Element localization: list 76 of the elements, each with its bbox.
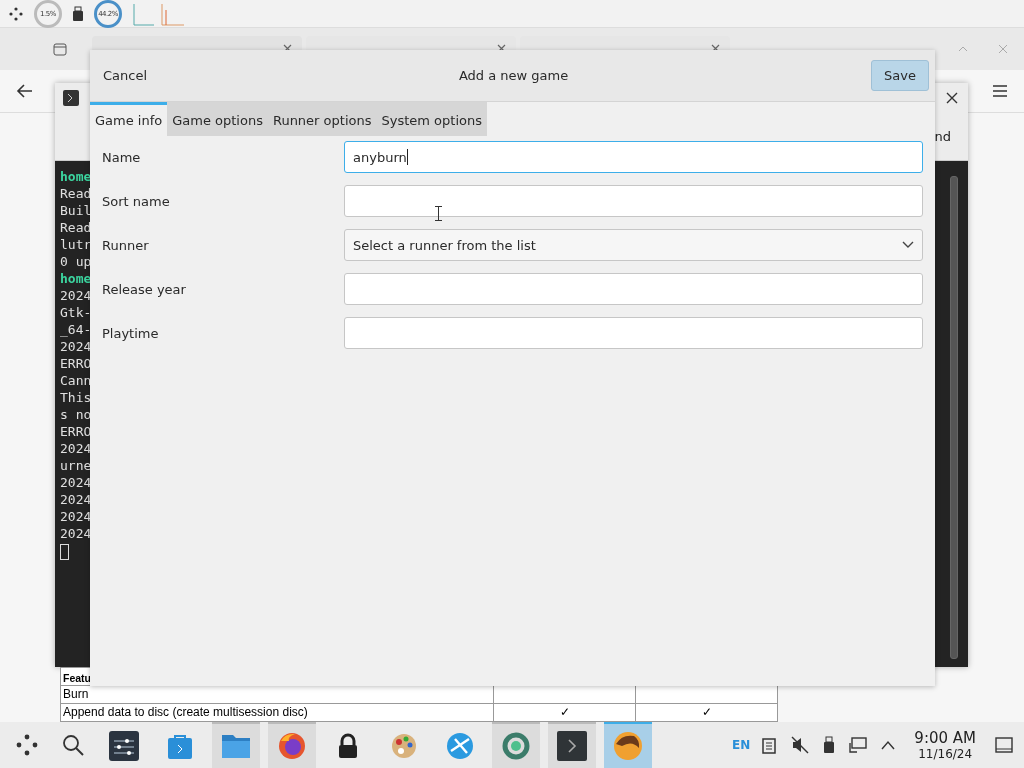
- terminal-line: 2024: [60, 287, 92, 304]
- ring-icon: [501, 731, 531, 761]
- terminal-line: Buil: [60, 202, 92, 219]
- terminal-line: Read: [60, 219, 92, 236]
- check-mark: ✓: [701, 705, 712, 719]
- usb-icon[interactable]: [72, 5, 84, 22]
- input-field[interactable]: [344, 317, 923, 349]
- chevron-icon: [902, 241, 914, 249]
- clock-time[interactable]: 9:00 AM: [914, 729, 976, 747]
- clock-date[interactable]: 11/16/24: [918, 747, 973, 761]
- taskbar-app[interactable]: [604, 722, 652, 768]
- close-icon[interactable]: [946, 91, 958, 104]
- browser-icon: [277, 731, 307, 761]
- terminal-line: This: [60, 389, 92, 406]
- tab[interactable]: Runner options: [267, 102, 377, 136]
- terminal-line: _64-: [60, 321, 92, 338]
- terminal-line: 2024: [60, 508, 92, 525]
- field-label: Name: [102, 149, 142, 165]
- table-cell-text: Append data to disc (create multisession disc): [62, 704, 309, 721]
- terminal-line: s no: [60, 406, 92, 423]
- muted-speaker-icon[interactable]: [791, 736, 810, 754]
- taskbar-app[interactable]: [548, 722, 596, 768]
- sliders-icon: [109, 731, 139, 761]
- runner-dropdown[interactable]: Select a runner from the list: [344, 229, 923, 261]
- palette-icon: [389, 731, 419, 761]
- terminal-line: ERRO: [60, 355, 92, 372]
- field-label: Runner: [102, 237, 150, 253]
- usb-icon[interactable]: [823, 736, 836, 754]
- field-label: Sort name: [102, 193, 171, 209]
- globe-icon: [445, 731, 475, 761]
- terminal-line: Read: [60, 185, 92, 202]
- terminal-line: 0 up: [60, 253, 92, 270]
- tab[interactable]: System options: [376, 102, 487, 136]
- terminal-line: 2024: [60, 491, 92, 508]
- graph-drawing: [132, 1, 186, 26]
- clipboard-icon[interactable]: [761, 736, 778, 754]
- terminal-line: ERRO: [60, 423, 92, 440]
- caret-icon[interactable]: [881, 740, 896, 750]
- terminal-line: 2024: [60, 338, 92, 355]
- table-header: Featu: [62, 671, 92, 685]
- terminal-icon: [63, 89, 79, 106]
- terminal-icon: [557, 731, 587, 761]
- show-desktop-icon[interactable]: [995, 737, 1013, 753]
- table-cell-text: Burn: [62, 686, 90, 703]
- cancel-button[interactable]: Cancel: [94, 62, 157, 89]
- tab[interactable]: Game options: [167, 102, 268, 136]
- input-field[interactable]: anyburn: [344, 141, 923, 173]
- terminal-line: urne: [60, 457, 92, 474]
- game-app-icon: [612, 730, 644, 762]
- search-icon[interactable]: [60, 732, 86, 758]
- menu-icon[interactable]: [992, 84, 1008, 98]
- tab[interactable]: Game info: [90, 102, 168, 136]
- terminal-line: 2024: [60, 525, 92, 542]
- terminal-line: home: [60, 168, 92, 185]
- toolbar-label[interactable]: nd: [934, 128, 951, 144]
- save-button[interactable]: Save: [871, 60, 929, 91]
- terminal-cursor: [60, 544, 69, 560]
- terminal-line: Gtk-: [60, 304, 92, 321]
- terminal-line: lutr: [60, 236, 92, 253]
- input-field[interactable]: [344, 273, 923, 305]
- field-label: Release year: [102, 281, 187, 297]
- field-label: Playtime: [102, 325, 160, 341]
- dots-icon[interactable]: [8, 5, 24, 22]
- launcher-icon[interactable]: [14, 732, 40, 758]
- check-mark: ✓: [559, 705, 570, 719]
- text-cursor-icon: [435, 206, 442, 221]
- back-icon[interactable]: [16, 83, 34, 99]
- terminal-line: 2024: [60, 440, 92, 457]
- terminal-line: 2024: [60, 474, 92, 491]
- network-icon[interactable]: [849, 736, 868, 754]
- input-field[interactable]: [344, 185, 923, 217]
- dialog-title: Add a new game: [457, 68, 570, 83]
- scrollbar[interactable]: [950, 176, 958, 659]
- tab-list-icon[interactable]: [52, 41, 68, 57]
- terminal-line: Cann: [60, 372, 92, 389]
- terminal-line: home: [60, 270, 92, 287]
